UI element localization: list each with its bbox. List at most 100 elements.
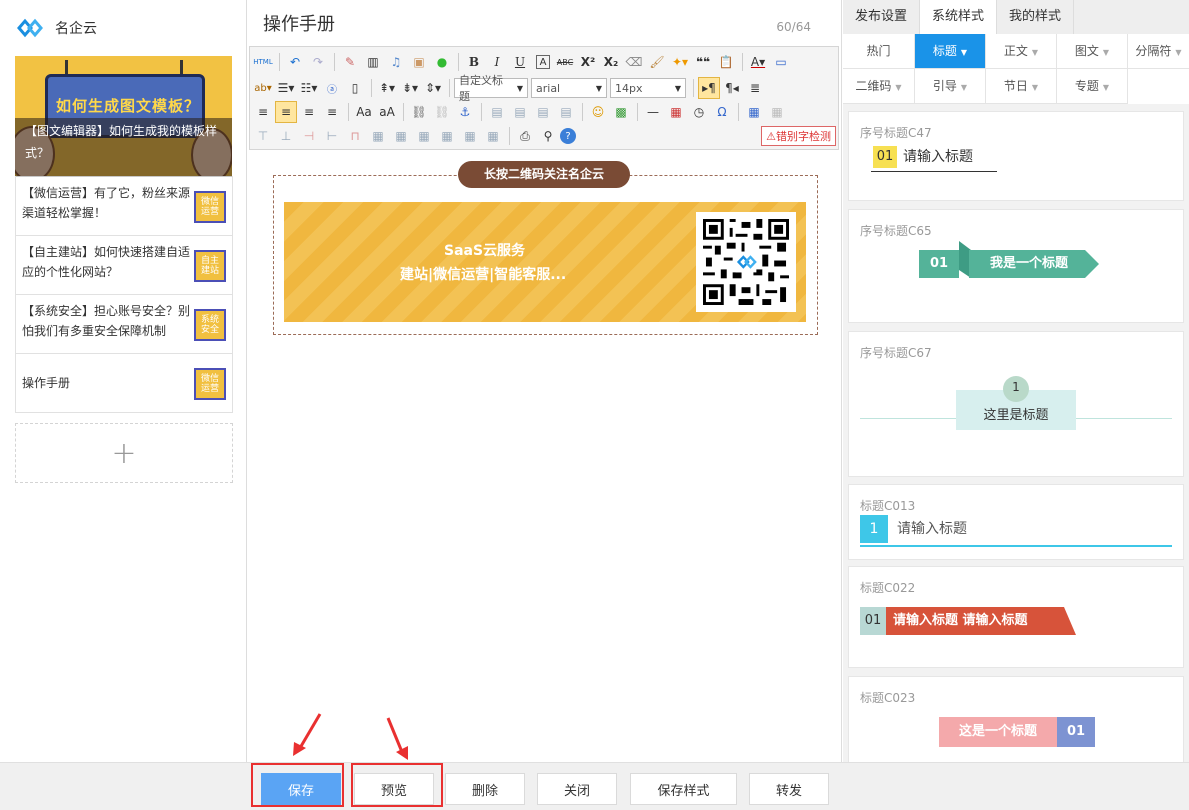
image-center-icon[interactable]: ▤ (555, 101, 577, 123)
list-item[interactable]: 【系统安全】担心账号安全？别怕我们有多重安全保障机制 系统安全 (16, 294, 232, 353)
insert-col-icon[interactable]: ⊣ (298, 125, 320, 147)
align-right-icon[interactable]: ≣ (744, 77, 766, 99)
align-justify-icon[interactable]: ≡ (321, 101, 343, 123)
unlink-icon[interactable]: ⛓ (431, 101, 453, 123)
print-icon[interactable]: ⎙ (514, 125, 536, 147)
list-item[interactable]: 【微信运营】有了它，粉丝来源渠道轻松掌握！ 微信运营 (16, 176, 232, 235)
cover-article[interactable]: 如何生成图文模板？ 【图文编辑器】如何生成我的模板样式？ (15, 56, 232, 176)
format-brush-icon[interactable]: 🖌 (646, 51, 668, 73)
line-height-icon[interactable]: ⇞▾ (376, 77, 398, 99)
list-item[interactable]: 操作手册 微信运营 (16, 353, 232, 412)
merge-down-icon[interactable]: ▦ (390, 125, 412, 147)
spellcheck-button[interactable]: ⚠ 错别字检测 (761, 126, 836, 146)
add-article-button[interactable]: + (15, 423, 233, 483)
special-char-icon[interactable]: Ω (711, 101, 733, 123)
paragraph-spacing-icon[interactable]: ⇟▾ (399, 77, 421, 99)
anchor-text-icon[interactable]: ⓐ (321, 77, 343, 99)
category-holiday[interactable]: 节日 ▼ (986, 69, 1057, 104)
unordered-list-icon[interactable]: ☷▾ (298, 77, 320, 99)
image-float-left-icon[interactable]: ▤ (509, 101, 531, 123)
rtl-direction-icon[interactable]: ¶◂ (721, 77, 743, 99)
delete-button[interactable]: 删除 (445, 773, 525, 805)
blockquote-button[interactable]: ❝❝ (692, 51, 714, 73)
font-size-select[interactable]: 14px ▼ (610, 78, 686, 98)
text-lowercase-icon[interactable]: aA (376, 101, 398, 123)
close-button[interactable]: 关闭 (537, 773, 617, 805)
emoji-icon[interactable]: ☺ (587, 101, 609, 123)
page-title[interactable]: 操作手册 (263, 10, 335, 36)
category-heading[interactable]: 标题 ▼ (915, 34, 986, 69)
indent-icon[interactable]: ⇕▾ (422, 77, 444, 99)
page-icon[interactable]: ▯ (344, 77, 366, 99)
music-icon[interactable]: ♫ (385, 51, 407, 73)
category-guide[interactable]: 引导 ▼ (915, 69, 986, 104)
split-cells-icon[interactable]: ▦ (413, 125, 435, 147)
monitor-icon[interactable]: ▭ (770, 51, 792, 73)
table-icon[interactable]: ▦ (743, 101, 765, 123)
magic-wand-icon[interactable]: ✦▾ (669, 51, 691, 73)
image-float-none-icon[interactable]: ▤ (486, 101, 508, 123)
category-body[interactable]: 正文 ▼ (986, 34, 1057, 69)
merge-icon[interactable]: ⊓ (344, 125, 366, 147)
font-color-icon[interactable]: A▾ (747, 51, 769, 73)
font-family-select[interactable]: arial ▼ (531, 78, 607, 98)
underline-button[interactable]: U (509, 51, 531, 73)
merge-right-icon[interactable]: ▦ (367, 125, 389, 147)
category-divider[interactable]: 分隔符 ▼ (1128, 34, 1189, 69)
forward-button[interactable]: 转发 (749, 773, 829, 805)
split-rows-icon[interactable]: ▦ (436, 125, 458, 147)
category-image-text[interactable]: 图文 ▼ (1057, 34, 1128, 69)
redo-icon[interactable]: ↷ (307, 51, 329, 73)
date-icon[interactable]: ▦ (665, 101, 687, 123)
paste-icon[interactable]: 📋 (715, 51, 737, 73)
strikethrough-button[interactable]: ABC (554, 51, 576, 73)
subscript-button[interactable]: X₂ (600, 51, 622, 73)
delete-col-icon[interactable]: ⊢ (321, 125, 343, 147)
superscript-button[interactable]: X² (577, 51, 599, 73)
ltr-direction-icon[interactable]: ▸¶ (698, 77, 720, 99)
align-right-text-icon[interactable]: ≡ (298, 101, 320, 123)
insert-row-icon[interactable]: ⊤ (252, 125, 274, 147)
horizontal-rule-icon[interactable]: — (642, 101, 664, 123)
search-replace-icon[interactable]: ⚲ (537, 125, 559, 147)
style-card-c022[interactable]: 标题C022 01 请输入标题 请输入标题 (848, 566, 1184, 668)
wechat-icon[interactable]: ● (431, 51, 453, 73)
time-icon[interactable]: ◷ (688, 101, 710, 123)
save-style-button[interactable]: 保存样式 (630, 773, 737, 805)
style-card-c013[interactable]: 标题C013 1 请输入标题 (848, 484, 1184, 560)
ordered-list-icon[interactable]: ☰▾ (275, 77, 297, 99)
category-topic[interactable]: 专题 ▼ (1057, 69, 1128, 104)
paragraph-format-select[interactable]: 自定义标题 ▼ (454, 74, 528, 103)
highlight-color-icon[interactable]: ab▾ (252, 77, 274, 99)
undo-icon[interactable]: ↶ (284, 51, 306, 73)
table-delete-icon[interactable]: ▦ (766, 101, 788, 123)
list-item[interactable]: 【自主建站】如何快速搭建自适应的个性化网站？ 自主建站 (16, 235, 232, 294)
align-center-icon[interactable]: ≡ (275, 101, 297, 123)
category-qrcode[interactable]: 二维码 ▼ (843, 69, 915, 104)
anchor-icon[interactable]: ⚓ (454, 101, 476, 123)
style-card-c65[interactable]: 序号标题C65 01 我是一个标题 (848, 209, 1184, 323)
tab-publish-settings[interactable]: 发布设置 (843, 0, 921, 34)
tab-my-styles[interactable]: 我的样式 (997, 0, 1075, 34)
picture-icon[interactable]: ▩ (610, 101, 632, 123)
image-float-right-icon[interactable]: ▤ (532, 101, 554, 123)
italic-button[interactable]: I (486, 51, 508, 73)
delete-row-icon[interactable]: ⊥ (275, 125, 297, 147)
bold-button[interactable]: B (463, 51, 485, 73)
split-cols-icon[interactable]: ▦ (459, 125, 481, 147)
style-card-c47[interactable]: 序号标题C47 01 请输入标题 (848, 111, 1184, 201)
html-source-button[interactable]: HTML (252, 51, 274, 73)
image-icon[interactable]: ▣ (408, 51, 430, 73)
film-icon[interactable]: ▥ (362, 51, 384, 73)
align-left-icon[interactable]: ≡ (252, 101, 274, 123)
category-hot[interactable]: 热门 (843, 34, 915, 69)
link-icon[interactable]: ⛓ (408, 101, 430, 123)
eraser-icon[interactable]: ⌫ (623, 51, 645, 73)
font-border-button[interactable]: A (536, 55, 550, 69)
style-card-c023[interactable]: 标题C023 这是一个标题 01 (848, 676, 1184, 762)
tab-system-styles[interactable]: 系统样式 (920, 0, 998, 34)
text-uppercase-icon[interactable]: Aa (353, 101, 375, 123)
content-banner[interactable]: SaaS云服务 建站|微信运营|智能客服... (284, 202, 806, 322)
table-props-icon[interactable]: ▦ (482, 125, 504, 147)
edit-icon[interactable]: ✎ (339, 51, 361, 73)
